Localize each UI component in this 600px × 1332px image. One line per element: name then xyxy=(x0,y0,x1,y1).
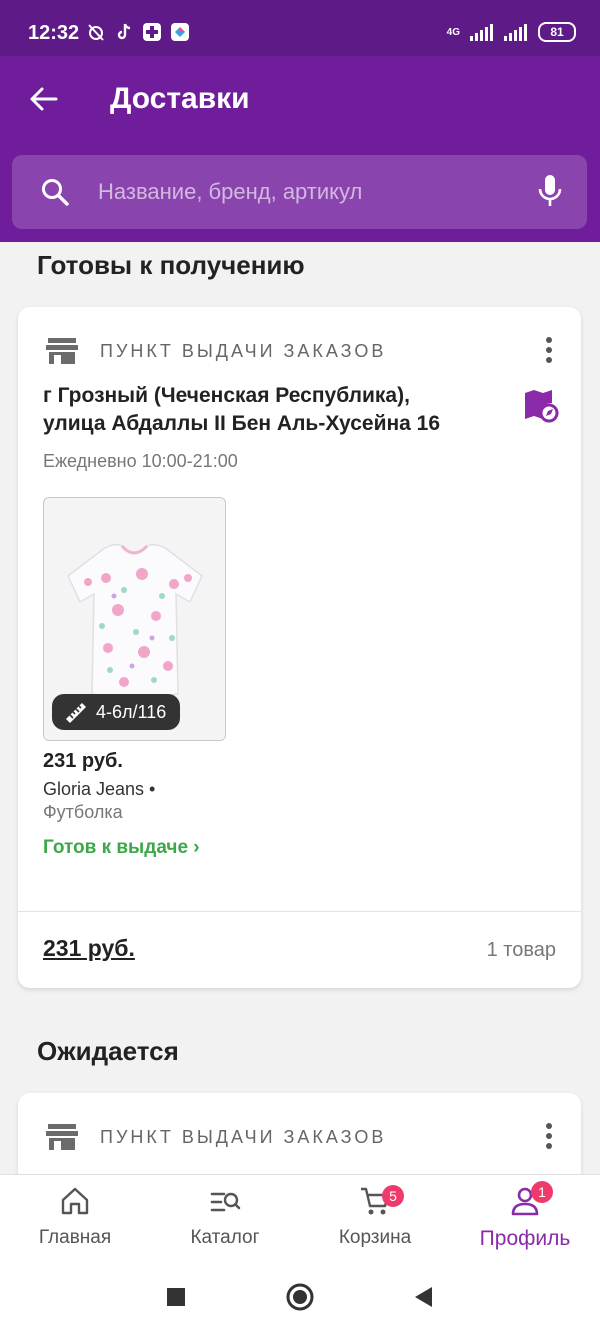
nav-label-catalog: Каталог xyxy=(190,1227,260,1248)
bottom-navigation: Главная Каталог 5 Корзина 1 Профиль xyxy=(0,1174,600,1261)
nav-item-cart[interactable]: 5 Корзина xyxy=(300,1175,450,1261)
store-icon xyxy=(46,1124,78,1150)
product-brand: Gloria Jeans • xyxy=(43,779,156,799)
back-arrow-icon[interactable] xyxy=(26,82,60,116)
recent-apps-icon[interactable] xyxy=(166,1287,186,1307)
microphone-icon[interactable] xyxy=(535,173,565,209)
map-navigation-icon[interactable] xyxy=(523,389,559,423)
nav-label-profile: Профиль xyxy=(479,1227,571,1250)
nav-item-catalog[interactable]: Каталог xyxy=(150,1175,300,1261)
pickup-point-label: ПУНКТ ВЫДАЧИ ЗАКАЗОВ xyxy=(100,1127,387,1147)
ruler-icon xyxy=(66,703,86,723)
size-badge: 4-6л/116 xyxy=(52,694,181,730)
search-placeholder: Название, бренд, артикул xyxy=(98,179,363,204)
address-line-2: улица Абдаллы II Бен Аль-Хусейна 16 xyxy=(43,412,441,435)
section-title-expected: Ожидается xyxy=(37,1036,179,1066)
nav-label-cart: Корзина xyxy=(338,1227,412,1248)
product-price: 231 руб. xyxy=(43,750,123,772)
page-title: Доставки xyxy=(110,82,250,115)
status-time: 12:32 xyxy=(28,22,80,44)
network-label: 4G xyxy=(446,26,460,38)
working-hours: Ежедневно 10:00-21:00 xyxy=(43,451,238,471)
system-navigation xyxy=(0,1261,600,1332)
tiktok-icon xyxy=(117,23,131,40)
catalog-icon xyxy=(210,1192,241,1212)
more-vert-icon[interactable] xyxy=(539,335,559,365)
status-bar: 12:32 4G 81 xyxy=(0,0,600,56)
status-right: 4G 81 xyxy=(447,22,576,42)
product-type: Футболка xyxy=(43,802,123,822)
signal-icon xyxy=(470,24,493,41)
cart-badge: 5 xyxy=(382,1185,404,1207)
back-button-icon[interactable] xyxy=(412,1285,434,1309)
section-title-ready: Готовы к получению xyxy=(37,250,305,280)
order-total[interactable]: 231 руб. xyxy=(43,935,135,962)
home-button-icon[interactable] xyxy=(286,1283,314,1311)
search-input[interactable]: Название, бренд, артикул xyxy=(12,155,587,229)
pickup-point-label: ПУНКТ ВЫДАЧИ ЗАКАЗОВ xyxy=(100,341,387,361)
signal-icon xyxy=(504,24,527,41)
alarm-off-icon xyxy=(88,24,104,41)
items-count: 1 товар xyxy=(486,939,556,961)
nav-label-home: Главная xyxy=(38,1227,112,1248)
app-bar: Доставки Название, бренд, артикул xyxy=(0,56,600,242)
app-icon xyxy=(143,23,161,41)
search-icon xyxy=(42,179,69,206)
divider xyxy=(18,911,581,912)
pickup-address: г Грозный (Чеченская Республика), улица … xyxy=(43,382,483,438)
status-notification-icons xyxy=(86,22,190,42)
nav-item-home[interactable]: Главная xyxy=(0,1175,150,1261)
more-vert-icon[interactable] xyxy=(539,1121,559,1151)
profile-badge: 1 xyxy=(531,1181,553,1203)
delivery-card: ПУНКТ ВЫДАЧИ ЗАКАЗОВ г Грозный (Чеченска… xyxy=(18,307,581,988)
nav-item-profile[interactable]: 1 Профиль xyxy=(450,1175,600,1261)
battery-indicator: 81 xyxy=(538,22,576,42)
size-label: 4-6л/116 xyxy=(96,702,167,722)
address-line-1: г Грозный (Чеченская Республика), xyxy=(43,384,410,407)
home-icon xyxy=(61,1187,89,1215)
ready-status-link[interactable]: Готов к выдаче › xyxy=(43,837,200,859)
store-icon xyxy=(46,338,78,364)
app-icon xyxy=(171,23,189,41)
